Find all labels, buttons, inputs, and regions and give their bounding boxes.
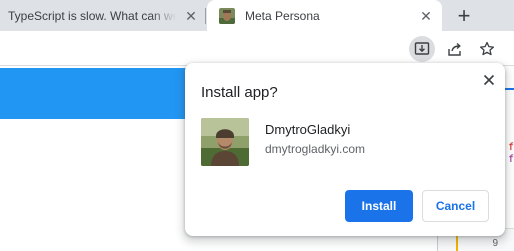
new-tab-button[interactable]: + — [452, 3, 476, 28]
dialog-close-button[interactable] — [479, 70, 499, 90]
tab-close-icon[interactable]: ✕ — [183, 8, 199, 24]
bookmark-button[interactable] — [474, 36, 500, 62]
devtools-code-fragment: f — [508, 142, 514, 153]
tab-close-icon[interactable]: ✕ — [418, 8, 434, 24]
tab-separator — [205, 8, 206, 24]
dialog-title: Install app? — [201, 84, 278, 101]
tab-title: Meta Persona — [245, 8, 320, 23]
app-avatar — [201, 118, 249, 166]
close-icon — [483, 74, 495, 86]
devtools-code-fragment: f — [508, 154, 514, 165]
tab-title: TypeScript is slow. What can we — [8, 8, 176, 23]
share-icon — [448, 42, 461, 56]
cancel-button[interactable]: Cancel — [422, 190, 489, 222]
avatar-favicon-icon — [219, 7, 235, 24]
share-button[interactable] — [442, 36, 468, 62]
install-app-dialog: Install app? DmytroGladkyi dmytrogladkyi… — [185, 63, 505, 236]
tab-typescript[interactable]: TypeScript is slow. What can we ✕ — [0, 0, 205, 31]
install-app-icon — [414, 42, 430, 55]
tab-meta-persona[interactable]: Meta Persona ✕ — [207, 0, 442, 31]
app-name: DmytroGladkyi — [265, 122, 351, 137]
install-button[interactable]: Install — [345, 190, 413, 222]
install-app-button[interactable] — [409, 36, 435, 62]
browser-toolbar — [0, 31, 514, 66]
app-origin: dmytrogladkyi.com — [265, 142, 366, 156]
bookmark-star-icon — [479, 41, 495, 56]
tab-strip: TypeScript is slow. What can we ✕ Meta P… — [0, 0, 514, 31]
devtools-line-number: 9 — [492, 238, 498, 249]
